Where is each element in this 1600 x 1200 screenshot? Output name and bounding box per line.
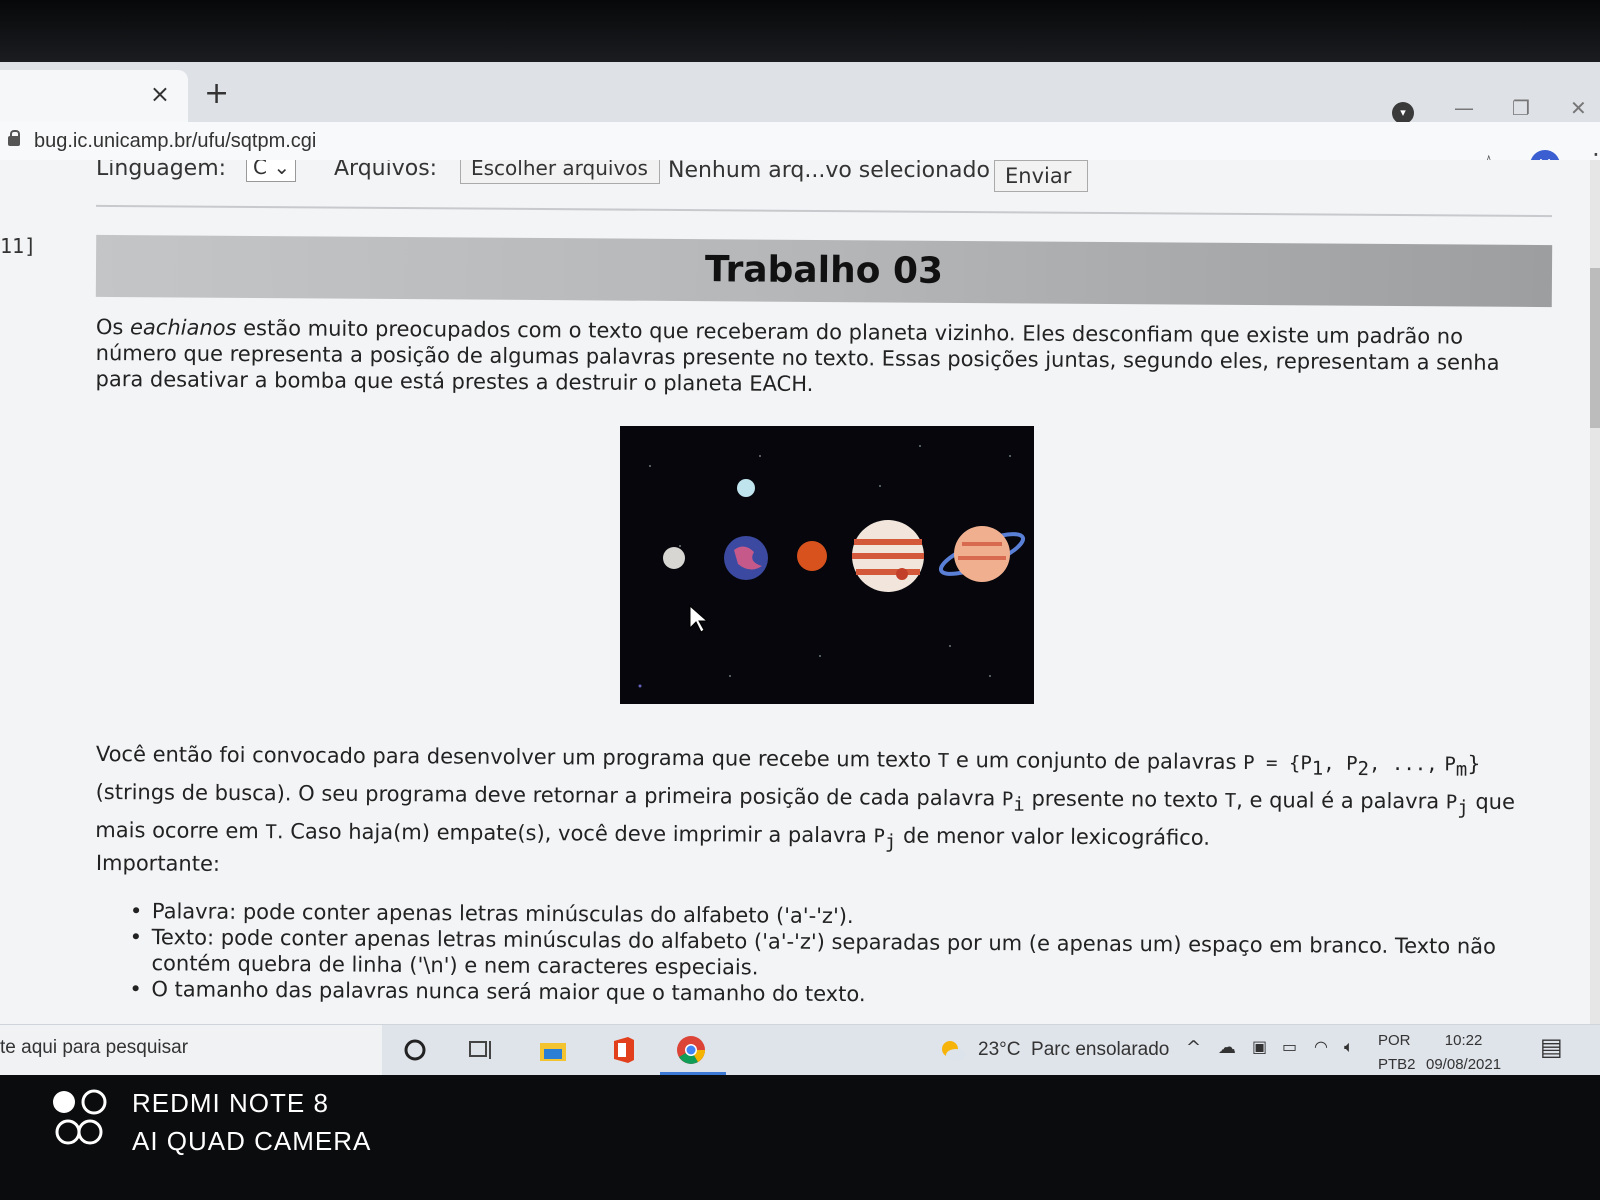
rules-list: Palavra: pode conter apenas letras minús… [129, 898, 1530, 1012]
volume-icon[interactable]: 🔈︎ [1344, 1037, 1354, 1057]
close-window-icon[interactable]: ✕ [1570, 96, 1587, 120]
chrome-icon[interactable] [674, 1033, 708, 1067]
task-view-icon[interactable] [464, 1033, 498, 1067]
restore-icon[interactable]: ❐ [1512, 96, 1530, 120]
url-text[interactable]: bug.ic.unicamp.br/ufu/sqtpm.cgi [34, 130, 316, 153]
monitor-bezel-top [0, 0, 1600, 62]
weather-sun-icon[interactable] [936, 1033, 970, 1067]
moon-planet [737, 479, 755, 497]
browser-tab[interactable]: × [0, 70, 188, 122]
language-value: C [253, 160, 267, 179]
weather-text: Parc ensolarado [1031, 1039, 1170, 1060]
language-label: Linguagem: [96, 160, 227, 181]
lock-icon[interactable] [8, 130, 20, 146]
minimize-icon[interactable]: — [1454, 96, 1474, 120]
solar-system-image [620, 426, 1034, 704]
camera-watermark-logo [53, 1089, 107, 1145]
clock-time: 10:22 [1444, 1032, 1483, 1049]
mars-planet [797, 541, 827, 571]
page-content: Linguagem: C ⌄ Arquivos: Escolher arquiv… [0, 160, 1590, 1075]
office-icon[interactable] [606, 1033, 640, 1067]
page-title: Trabalho 03 [704, 249, 944, 292]
taskbar-clock[interactable]: 10:22 09/08/2021 [1426, 1029, 1501, 1075]
watermark-line1: REDMI NOTE 8 [132, 1088, 329, 1118]
new-tab-icon[interactable]: + [204, 76, 229, 111]
laptop-screen: × + ▾ — ❐ ✕ bug.ic.unicamp.br/ufu/sqtpm.… [0, 62, 1600, 1075]
notifications-icon[interactable]: ▤ [1540, 1033, 1563, 1061]
divider [96, 204, 1552, 218]
scrollbar-thumb[interactable] [1590, 268, 1600, 428]
task-paragraph: Você então foi convocado para desenvolve… [95, 741, 1516, 854]
no-file-text: Nenhum arq...vo selecionado [668, 160, 990, 183]
browser-tab-strip: × + ▾ — ❐ ✕ [0, 62, 1600, 124]
planets-illustration [620, 426, 1034, 704]
intro-paragraph: Os eachianos estão muito preocupados com… [95, 314, 1500, 397]
mercury-planet [663, 547, 685, 569]
tab-close-icon[interactable]: × [150, 80, 170, 108]
cortana-icon[interactable] [398, 1033, 432, 1067]
weather-widget[interactable]: 23°C Parc ensolarado [978, 1039, 1169, 1061]
line-number: 11] [0, 234, 37, 258]
input-language[interactable]: POR PTB2 [1378, 1029, 1416, 1075]
clock-date: 09/08/2021 [1426, 1056, 1502, 1073]
files-label: Arquivos: [334, 160, 438, 181]
title-bar: Trabalho 03 [95, 234, 1553, 308]
send-button[interactable]: Enviar [994, 160, 1088, 192]
file-explorer-icon[interactable] [536, 1033, 570, 1067]
temperature: 23°C [978, 1039, 1021, 1060]
taskbar-search-input[interactable]: te aqui para pesquisar [0, 1025, 382, 1075]
windows-taskbar: te aqui para pesquisar 23°C Parc ensolar… [0, 1024, 1600, 1075]
watermark-line2: AI QUAD CAMERA [132, 1126, 372, 1156]
battery-icon[interactable]: ▭ [1282, 1037, 1297, 1056]
wifi-icon[interactable]: ◠ [1314, 1037, 1328, 1056]
choose-files-button[interactable]: Escolher arquivos [460, 160, 660, 184]
chevron-up-icon[interactable]: ^ [1186, 1037, 1201, 1058]
meet-now-icon[interactable]: ▣ [1252, 1037, 1267, 1056]
eachianos-word: eachianos [129, 315, 237, 340]
saturn-planet [954, 526, 1010, 582]
camera-watermark: REDMI NOTE 8 AI QUAD CAMERA [132, 1084, 371, 1160]
language-select[interactable]: C ⌄ [246, 160, 296, 182]
tab-search-icon[interactable]: ▾ [1392, 102, 1414, 124]
onedrive-cloud-icon[interactable]: ☁ [1218, 1037, 1236, 1058]
